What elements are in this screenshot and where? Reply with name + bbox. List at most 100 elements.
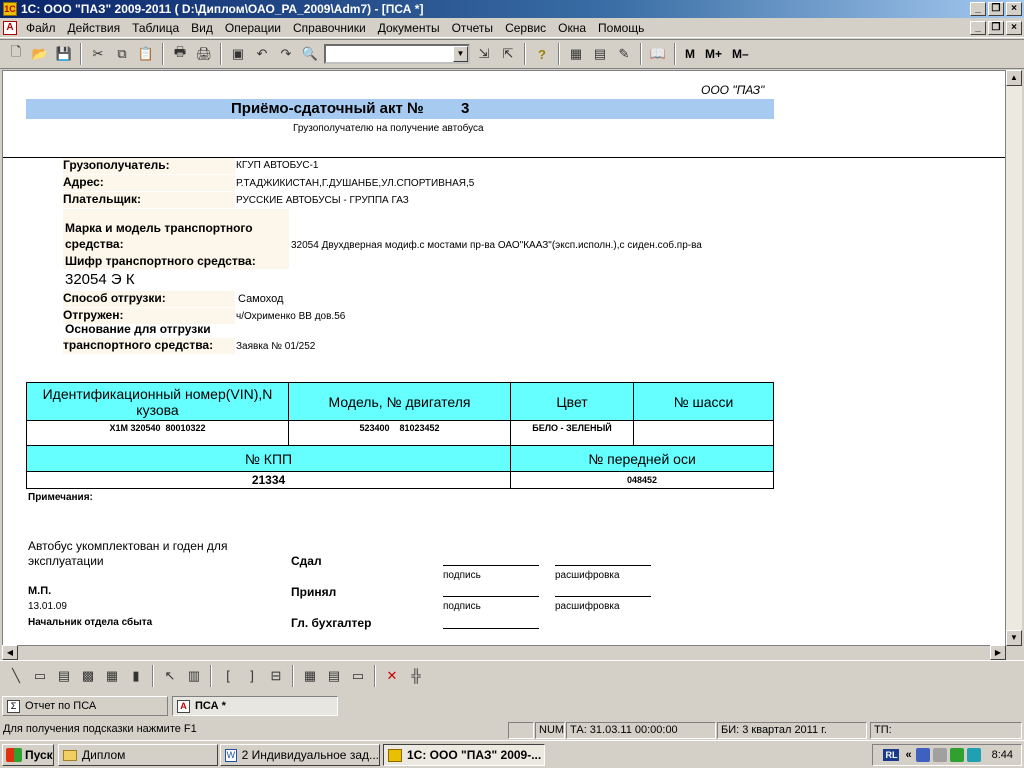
- tab-psa[interactable]: A ПСА *: [172, 696, 338, 716]
- model-engine-value: 523400 81023452: [288, 420, 511, 446]
- text-box-icon[interactable]: ▤: [53, 665, 75, 687]
- model-value: 32054 Двухдверная модиф.с мостами пр-ва …: [291, 240, 702, 251]
- document-subtitle: Грузополучателю на получение автобуса: [293, 123, 484, 134]
- chart-icon[interactable]: ▮: [125, 665, 147, 687]
- task-1c[interactable]: 1С: ООО "ПАЗ" 2009-...: [383, 744, 545, 766]
- clock: 8:44: [991, 749, 1013, 761]
- language-indicator[interactable]: RL: [883, 749, 900, 761]
- menu-help[interactable]: Помощь: [592, 21, 650, 35]
- pointer-icon[interactable]: ↖: [159, 665, 181, 687]
- ruler-icon[interactable]: ▭: [347, 665, 369, 687]
- menu-actions[interactable]: Действия: [62, 21, 127, 35]
- message-icon[interactable]: ✎: [613, 43, 635, 65]
- vertical-scrollbar[interactable]: ▲ ▼: [1006, 70, 1022, 646]
- save-icon[interactable]: 💾: [53, 43, 75, 65]
- handed-signature-caption: подпись: [443, 570, 481, 581]
- borders-icon[interactable]: ╬: [405, 665, 427, 687]
- copy-icon[interactable]: ⧉: [111, 43, 133, 65]
- no-borders-icon[interactable]: ✕: [381, 665, 403, 687]
- menu-file[interactable]: Файл: [20, 21, 62, 35]
- cut-icon[interactable]: ✂: [87, 43, 109, 65]
- redo-icon[interactable]: ↷: [275, 43, 297, 65]
- basis-label-line2: транспортного средства:: [63, 338, 235, 354]
- find-prev-icon[interactable]: ⇱: [497, 43, 519, 65]
- line-icon[interactable]: ╲: [5, 665, 27, 687]
- scroll-up-icon[interactable]: ▲: [1006, 70, 1022, 86]
- menu-references[interactable]: Справочники: [287, 21, 372, 35]
- antivirus-icon[interactable]: [949, 748, 964, 762]
- gearbox-value: 21334: [26, 471, 511, 489]
- task-word-doc[interactable]: W 2 Индивидуальное зад...: [220, 744, 380, 766]
- paste-icon[interactable]: 📋: [135, 43, 157, 65]
- scroll-left-icon[interactable]: ◀: [2, 645, 18, 660]
- color-header: Цвет: [510, 382, 634, 421]
- tab-psa-report[interactable]: Σ Отчет по ПСА: [2, 696, 168, 716]
- menu-documents[interactable]: Документы: [372, 21, 446, 35]
- 1c-icon: [388, 748, 402, 762]
- undo-icon[interactable]: ↶: [251, 43, 273, 65]
- menu-operations[interactable]: Операции: [219, 21, 287, 35]
- menu-table[interactable]: Таблица: [126, 21, 185, 35]
- close-button[interactable]: ×: [1006, 2, 1022, 16]
- horizontal-scrollbar[interactable]: ◀ ▶: [2, 645, 1006, 660]
- handed-signature-line: [443, 565, 539, 566]
- memory-subtract-button[interactable]: M–: [732, 47, 749, 61]
- menu-reports[interactable]: Отчеты: [446, 21, 499, 35]
- vin-value: X1M 320540 80010322: [26, 420, 289, 446]
- model-label-line1: Марка и модель транспортного: [65, 221, 253, 235]
- windows-logo-icon: [6, 748, 22, 762]
- find-next-icon[interactable]: ⇲: [473, 43, 495, 65]
- bring-front-icon[interactable]: [: [217, 665, 239, 687]
- align-icon[interactable]: ⊟: [265, 665, 287, 687]
- status-tp: ТП:: [870, 722, 1022, 739]
- doc-restore-button[interactable]: ❐: [988, 21, 1004, 35]
- task-diplom-label: Диплом: [82, 748, 126, 762]
- open-icon[interactable]: 📂: [29, 43, 51, 65]
- tray-expand-icon[interactable]: «: [905, 749, 911, 761]
- minimize-button[interactable]: _: [970, 2, 986, 16]
- picture-icon[interactable]: ▩: [77, 665, 99, 687]
- document-icon[interactable]: A: [3, 20, 17, 35]
- memory-add-button[interactable]: M+: [705, 47, 722, 61]
- front-axle-header: № передней оси: [510, 445, 774, 472]
- new-icon[interactable]: 🗋: [5, 43, 27, 65]
- document-number: 3: [461, 100, 470, 117]
- table-headers-icon[interactable]: ▤: [323, 665, 345, 687]
- network-icon[interactable]: [915, 748, 930, 762]
- doc-close-button[interactable]: ×: [1006, 21, 1022, 35]
- document-area[interactable]: ООО "ПАЗ" Приёмо-сдаточный акт № 3 Грузо…: [2, 70, 1006, 646]
- volume-icon[interactable]: [932, 748, 947, 762]
- address-value: Р.ТАДЖИКИСТАН,Г.ДУШАНБЕ,УЛ.СПОРТИВНАЯ,5: [236, 178, 475, 189]
- send-back-icon[interactable]: ]: [241, 665, 263, 687]
- memory-button[interactable]: M: [685, 47, 695, 61]
- find-icon[interactable]: 🔍: [299, 43, 321, 65]
- print-preview-icon[interactable]: 🖨: [193, 43, 215, 65]
- menu-windows[interactable]: Окна: [552, 21, 592, 35]
- basis-label-line1: Основание для отгрузки: [65, 322, 211, 336]
- properties-icon[interactable]: ▣: [227, 43, 249, 65]
- search-combo[interactable]: ▼: [324, 44, 470, 64]
- scroll-down-icon[interactable]: ▼: [1006, 630, 1022, 646]
- notes-label: Примечания:: [28, 492, 93, 503]
- app-icon: 1С: [3, 2, 17, 16]
- start-button[interactable]: Пуск: [2, 744, 54, 766]
- calendar-icon[interactable]: ▤: [589, 43, 611, 65]
- restore-button[interactable]: ❐: [988, 2, 1004, 16]
- table-grid-icon[interactable]: ▦: [299, 665, 321, 687]
- display-icon[interactable]: [966, 748, 981, 762]
- print-icon[interactable]: 🖶: [169, 43, 191, 65]
- rectangle-icon[interactable]: ▭: [29, 665, 51, 687]
- scroll-right-icon[interactable]: ▶: [990, 645, 1006, 660]
- shipment-value: Самоход: [238, 293, 284, 305]
- book-icon[interactable]: 📖: [647, 43, 669, 65]
- doc-minimize-button[interactable]: _: [970, 21, 986, 35]
- grid-icon[interactable]: ▥: [183, 665, 205, 687]
- ole-object-icon[interactable]: ▦: [101, 665, 123, 687]
- received-signature-line: [443, 596, 539, 597]
- task-diplom[interactable]: Диплом: [58, 744, 218, 766]
- chevron-down-icon[interactable]: ▼: [453, 46, 468, 62]
- menu-view[interactable]: Вид: [185, 21, 219, 35]
- calculator-icon[interactable]: ▦: [565, 43, 587, 65]
- menu-service[interactable]: Сервис: [499, 21, 552, 35]
- help-icon[interactable]: ?: [531, 43, 553, 65]
